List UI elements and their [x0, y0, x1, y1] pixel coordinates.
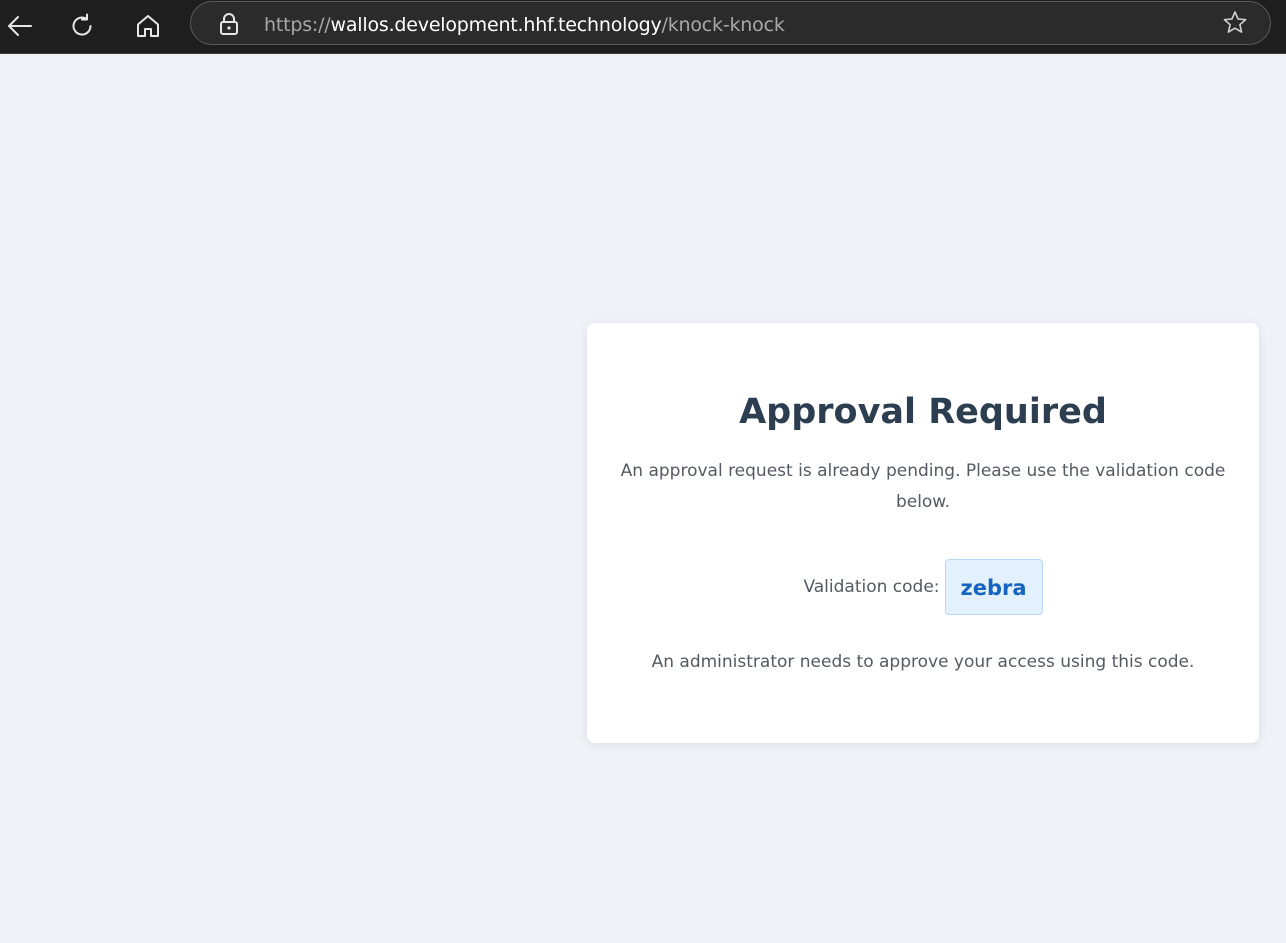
browser-toolbar: https://wallos.development.hhf.technolog…: [0, 0, 1286, 54]
home-button[interactable]: [128, 6, 168, 46]
home-icon: [135, 13, 161, 39]
url-protocol: https://: [264, 14, 331, 36]
back-button[interactable]: [0, 6, 40, 46]
favorite-button[interactable]: [1222, 10, 1248, 39]
lock-icon[interactable]: [218, 12, 240, 36]
back-icon: [7, 15, 33, 37]
address-bar[interactable]: https://wallos.development.hhf.technolog…: [190, 1, 1271, 45]
validation-code-row: Validation code: zebra: [587, 558, 1259, 616]
refresh-icon: [69, 13, 95, 39]
page-title: Approval Required: [739, 392, 1107, 432]
refresh-button[interactable]: [62, 6, 102, 46]
validation-code-label: Validation code:: [803, 577, 940, 597]
pending-message: An approval request is already pending. …: [620, 461, 1226, 512]
star-icon: [1222, 10, 1248, 39]
approval-card: Approval Required An approval request is…: [587, 323, 1259, 743]
url-text[interactable]: https://wallos.development.hhf.technolog…: [264, 13, 785, 37]
url-path: /knock-knock: [661, 14, 785, 36]
url-host: wallos.development.hhf.technology: [330, 14, 662, 36]
admin-note: An administrator needs to approve your a…: [651, 652, 1195, 672]
validation-code: zebra: [944, 559, 1043, 615]
